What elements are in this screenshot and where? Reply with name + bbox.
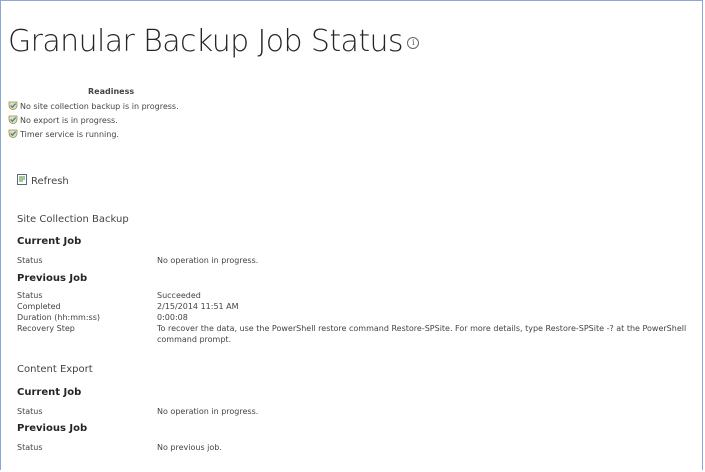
readiness-item-export: No export is in progress. [8, 115, 118, 125]
previous-job-heading: Previous Job [17, 273, 88, 284]
field-value-duration: 0:00:08 [157, 313, 188, 322]
refresh-document-icon [17, 174, 27, 185]
section-heading-site-collection-backup: Site Collection Backup [17, 214, 129, 225]
readiness-heading: Readiness [88, 87, 135, 96]
refresh-button[interactable]: Refresh [17, 174, 69, 187]
field-label-completed: Completed [17, 302, 61, 311]
previous-job-heading: Previous Job [17, 423, 88, 434]
field-label-status: Status [17, 291, 43, 300]
field-value-status: Succeeded [157, 291, 201, 300]
checkmark-icon [8, 129, 18, 138]
info-icon[interactable]: i [406, 36, 419, 49]
page-title: Granular Backup Job Status i [8, 24, 419, 59]
section-heading-content-export: Content Export [17, 364, 93, 375]
readiness-item-label: No site collection backup is in progress… [20, 102, 179, 111]
page-title-text: Granular Backup Job Status [8, 24, 404, 59]
page-frame [0, 0, 703, 470]
field-label-recovery-step: Recovery Step [17, 324, 75, 333]
field-label-status: Status [17, 256, 43, 265]
field-label-duration: Duration (hh:mm:ss) [17, 313, 100, 322]
field-value-status: No operation in progress. [157, 256, 259, 265]
field-label-status: Status [17, 407, 43, 416]
current-job-heading: Current Job [17, 236, 82, 247]
current-job-heading: Current Job [17, 387, 82, 398]
checkmark-icon [8, 115, 18, 124]
field-value-status: No previous job. [157, 443, 222, 452]
field-value-recovery-step: To recover the data, use the PowerShell … [157, 324, 687, 344]
field-value-status: No operation in progress. [157, 407, 259, 416]
field-value-completed: 2/15/2014 11:51 AM [157, 302, 239, 311]
refresh-label: Refresh [31, 176, 69, 187]
field-label-status: Status [17, 443, 43, 452]
checkmark-icon [8, 101, 18, 110]
readiness-item-site-backup: No site collection backup is in progress… [8, 101, 179, 111]
readiness-item-label: Timer service is running. [20, 130, 119, 139]
readiness-item-label: No export is in progress. [20, 116, 118, 125]
readiness-item-timer: Timer service is running. [8, 129, 119, 139]
